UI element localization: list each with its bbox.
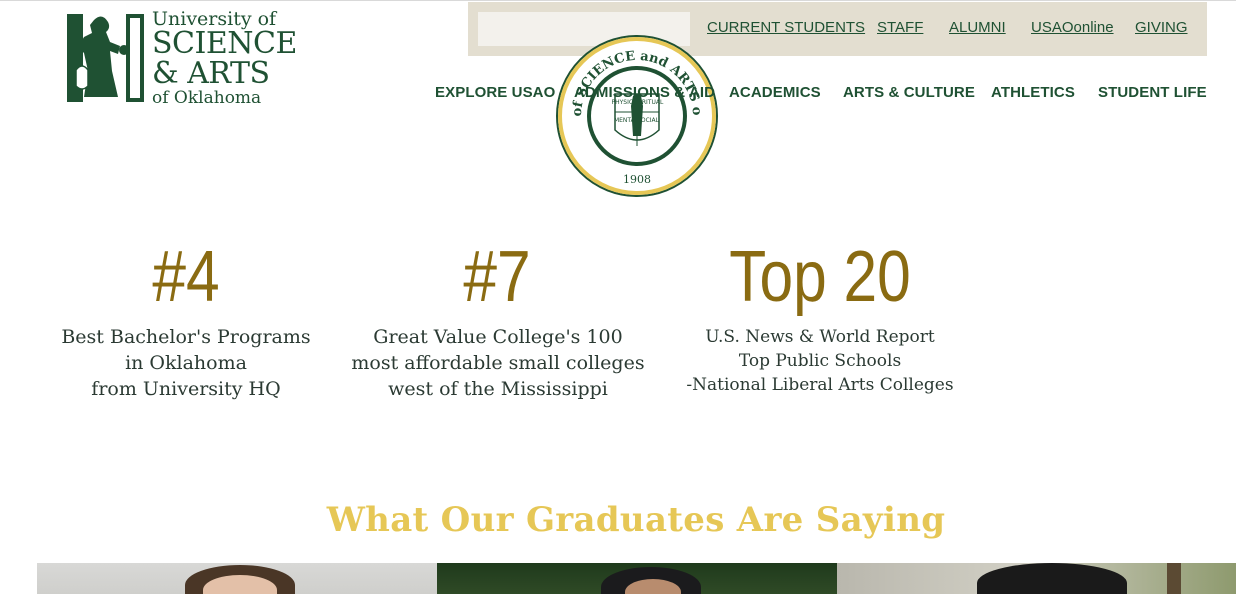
university-seal: UNIVERSITY of SCIENCE and ARTS of OKLAHO… bbox=[555, 34, 718, 197]
nav-academics[interactable]: ACADEMICS bbox=[729, 84, 821, 101]
tree-trunk bbox=[1167, 563, 1181, 594]
giving-link[interactable]: GIVING bbox=[1135, 19, 1188, 36]
top-border bbox=[0, 0, 1236, 1]
ranking-number-3: Top 20 bbox=[729, 237, 911, 317]
nav-arts-culture[interactable]: ARTS & CULTURE bbox=[843, 84, 975, 101]
logo-wordmark: University of SCIENCE & ARTS of Oklahoma bbox=[152, 10, 297, 107]
testimonials-heading: What Our Graduates Are Saying bbox=[326, 500, 946, 540]
usaoonline-link[interactable]: USAOonline bbox=[1031, 19, 1114, 36]
graduate-photo-3[interactable] bbox=[837, 563, 1236, 594]
graduate-hair bbox=[977, 563, 1127, 594]
ranking-text-3: U.S. News & World Report Top Public Scho… bbox=[686, 327, 954, 395]
ranking-number-1: #4 bbox=[152, 237, 220, 317]
nav-explore-usao[interactable]: EXPLORE USAO bbox=[435, 84, 555, 101]
logo-line-4: of Oklahoma bbox=[152, 88, 262, 108]
ranking-text-1: Best Bachelor's Programs in Oklahoma fro… bbox=[61, 326, 311, 400]
staff-link[interactable]: STAFF bbox=[877, 19, 923, 36]
athena-statue-icon bbox=[67, 14, 144, 102]
graduate-photo-1[interactable] bbox=[37, 563, 437, 594]
alumni-link[interactable]: ALUMNI bbox=[949, 19, 1006, 36]
ranking-text-2: Great Value College's 100 most affordabl… bbox=[351, 326, 645, 400]
nav-admissions-aid[interactable]: ADMISSIONS & AID bbox=[574, 84, 715, 101]
graduate-photo-2[interactable] bbox=[437, 563, 837, 594]
seal-year: 1908 bbox=[623, 173, 651, 186]
current-students-link[interactable]: CURRENT STUDENTS bbox=[707, 19, 865, 36]
logo-line-3: & ARTS bbox=[152, 56, 270, 91]
ranking-number-2: #7 bbox=[463, 237, 531, 317]
nav-athletics[interactable]: ATHLETICS bbox=[991, 84, 1075, 101]
nav-student-life[interactable]: STUDENT LIFE bbox=[1098, 84, 1207, 101]
logo-line-2: SCIENCE bbox=[152, 26, 297, 61]
university-logo[interactable]: University of SCIENCE & ARTS of Oklahoma bbox=[66, 10, 306, 110]
